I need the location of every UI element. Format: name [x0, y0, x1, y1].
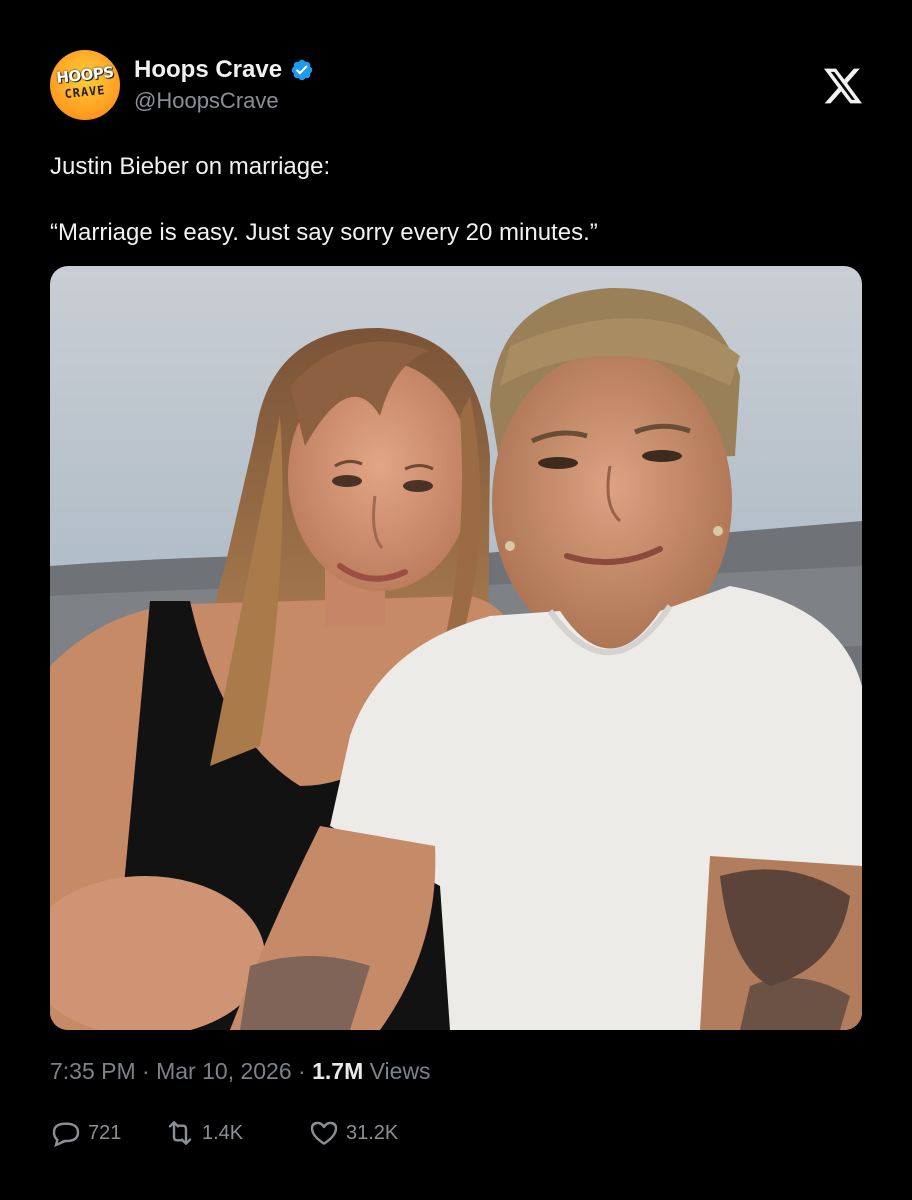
reply-count: 721 [88, 1121, 122, 1144]
tweet-actions: 721 1.4K 31.2K [50, 1116, 398, 1150]
handle[interactable]: @HoopsCrave [134, 88, 279, 114]
name-row: Hoops Crave [134, 55, 314, 85]
tweet-meta: 7:35 PM · Mar 10, 2026 · 1.7M Views [50, 1058, 431, 1085]
heart-icon [310, 1121, 338, 1145]
views-label: Views [369, 1058, 431, 1084]
x-logo-icon[interactable] [824, 68, 862, 104]
avatar[interactable]: HOOPS CRAVE [50, 50, 120, 120]
tweet-line-2: “Marriage is easy. Just say sorry every … [50, 219, 598, 246]
repost-button[interactable]: 1.4K [164, 1117, 304, 1149]
tweet-text: Justin Bieber on marriage: “Marriage is … [50, 150, 862, 250]
like-count: 31.2K [346, 1121, 399, 1144]
reply-icon [52, 1122, 80, 1148]
tweet-photo[interactable] [50, 266, 862, 1030]
tweet-date[interactable]: Mar 10, 2026 [156, 1058, 292, 1084]
verified-badge-icon [291, 59, 313, 81]
repost-icon [168, 1121, 192, 1145]
views-count: 1.7M [312, 1058, 364, 1084]
like-button[interactable]: 31.2K [308, 1117, 398, 1149]
photo-illustration [50, 266, 862, 1030]
tweet-header: HOOPS CRAVE Hoops Crave @HoopsCrave [50, 50, 862, 122]
tweet-time[interactable]: 7:35 PM [50, 1058, 136, 1084]
reply-button[interactable]: 721 [50, 1117, 160, 1149]
repost-count: 1.4K [202, 1121, 244, 1144]
tweet-line-1: Justin Bieber on marriage: [50, 153, 331, 180]
meta-separator: · [298, 1058, 306, 1084]
meta-separator: · [142, 1058, 150, 1084]
display-name[interactable]: Hoops Crave [134, 56, 282, 84]
